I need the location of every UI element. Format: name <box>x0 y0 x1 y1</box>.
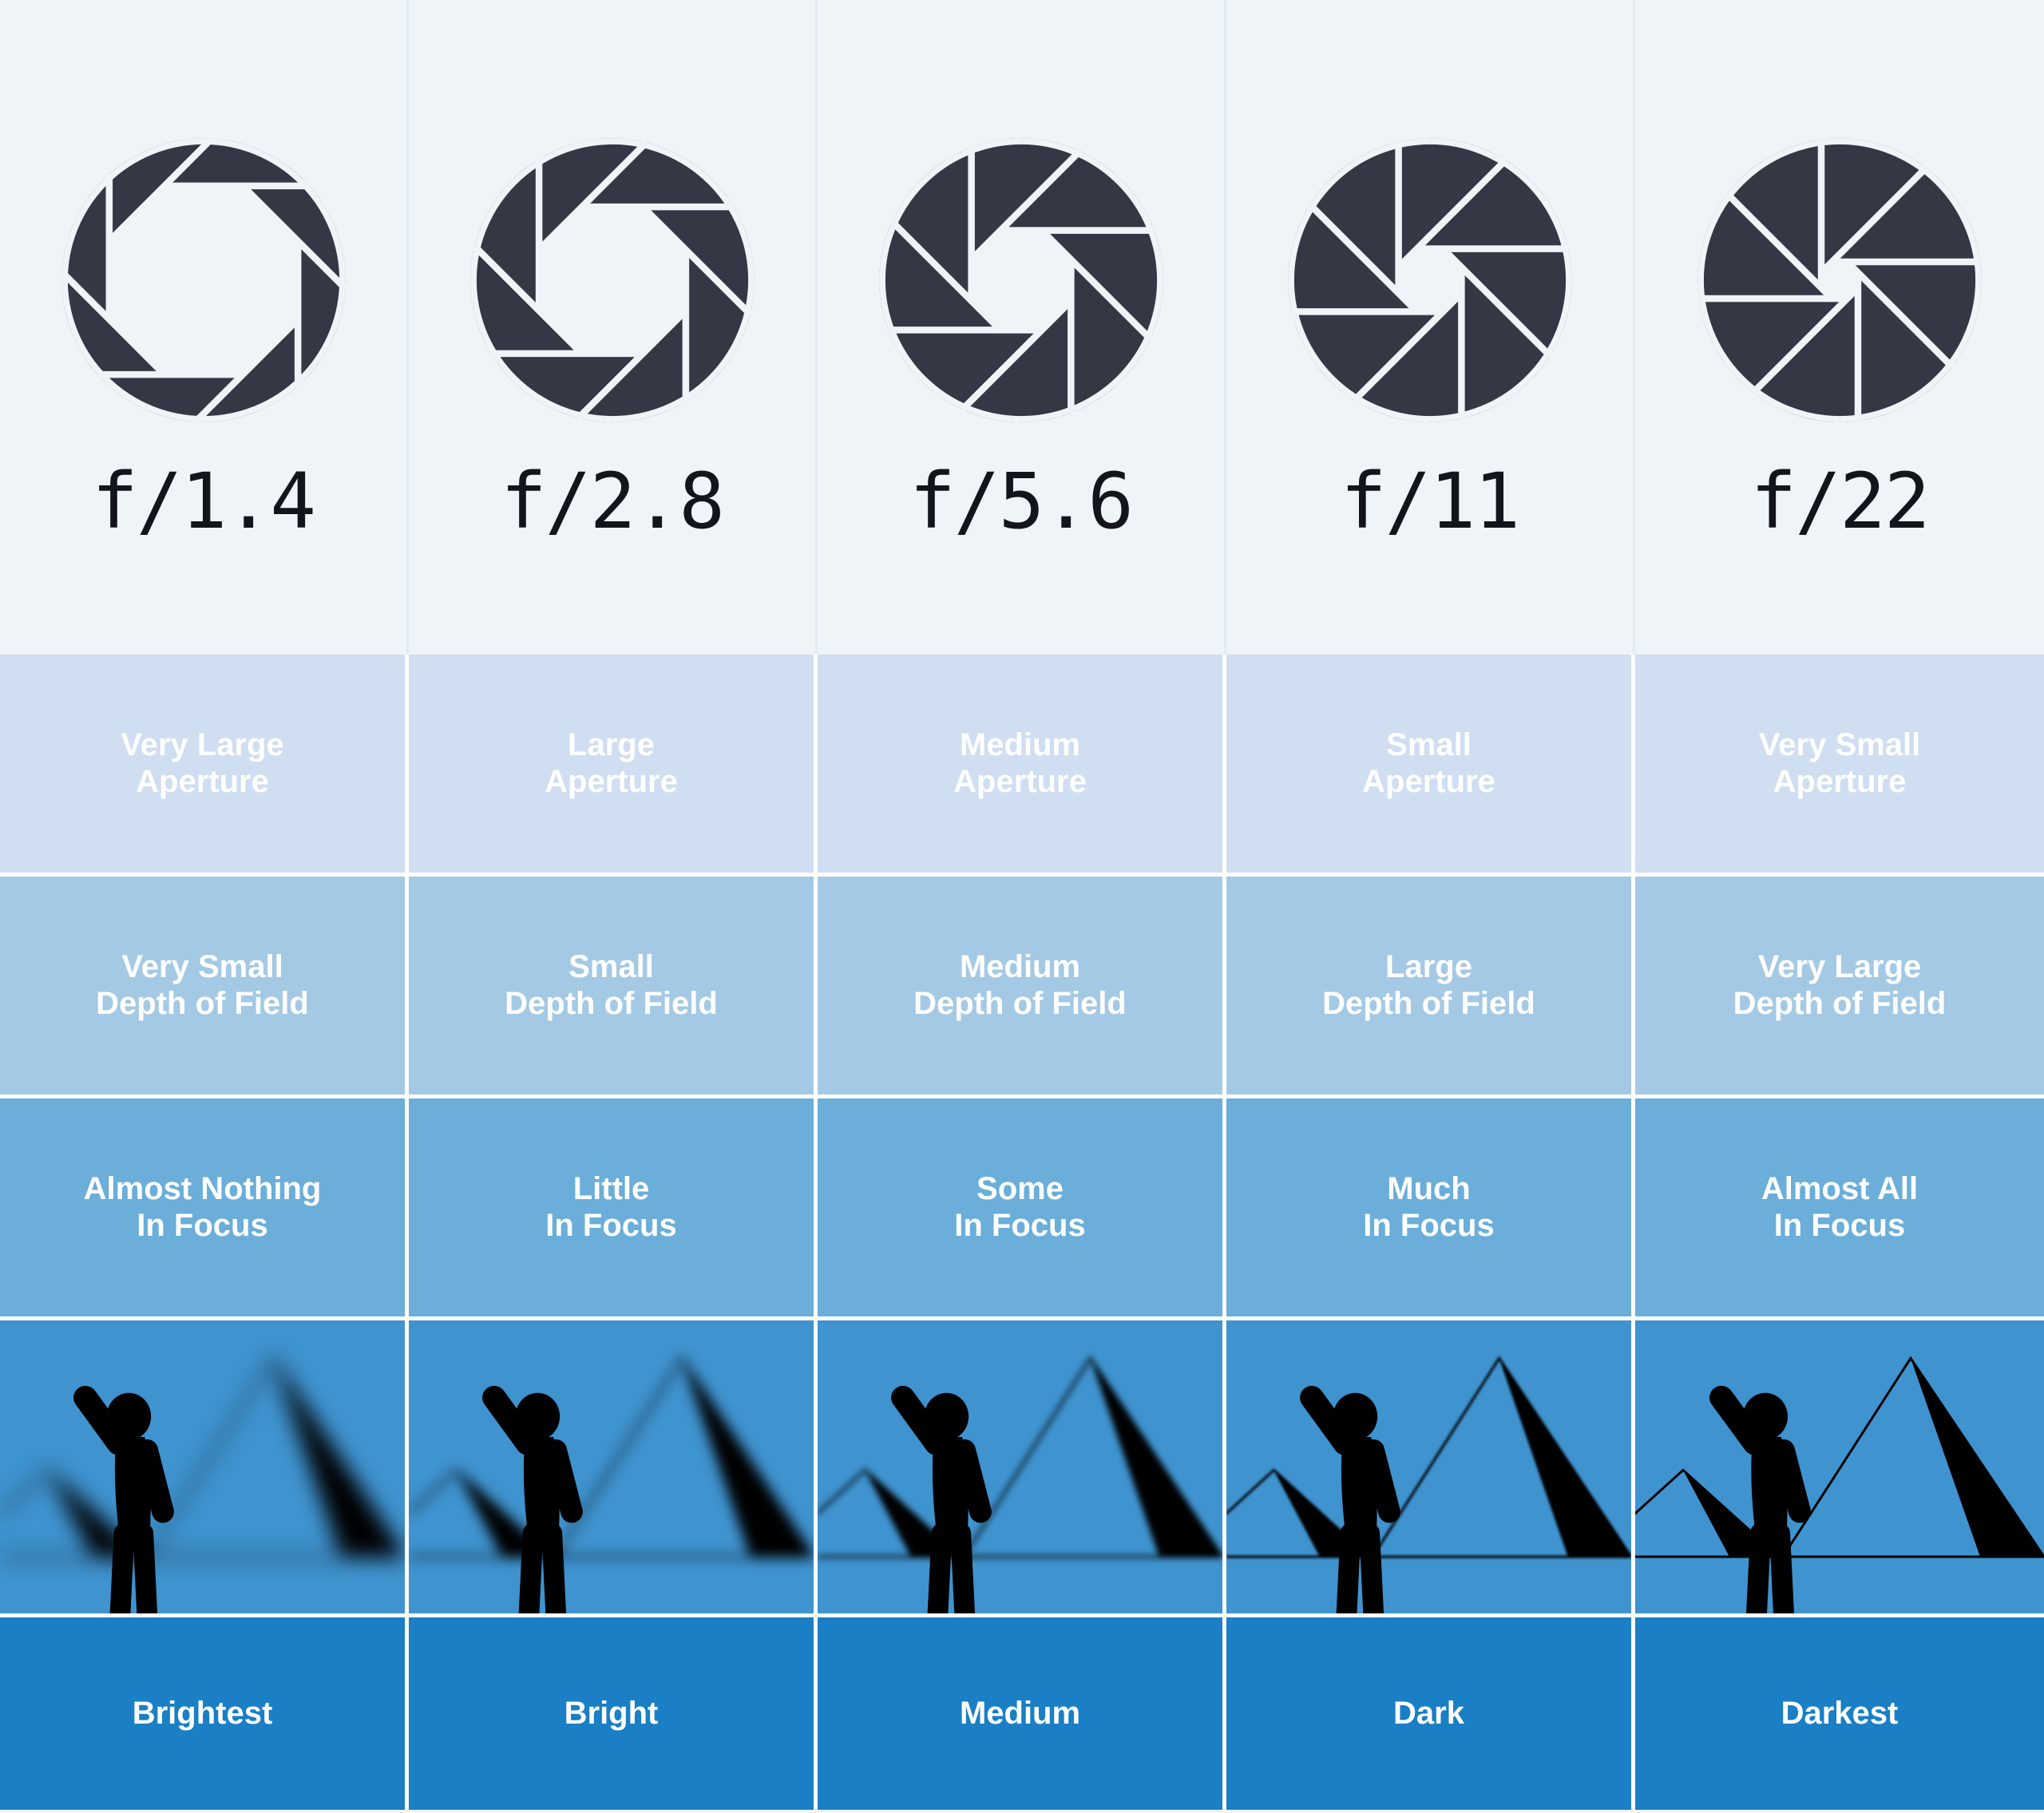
aperture-column-3: f/11 <box>1226 0 1635 655</box>
in-focus-cell-3: Much In Focus <box>1226 1098 1635 1316</box>
in-focus-row: Almost Nothing In Focus Little In Focus … <box>0 1098 2044 1320</box>
depth-of-field-row: Very Small Depth of Field Small Depth of… <box>0 877 2044 1098</box>
dof-line1: Small <box>568 948 654 984</box>
depth-of-field-cell-3: Large Depth of Field <box>1226 877 1635 1095</box>
brightness-cell-0: Brightest <box>0 1617 409 1810</box>
aperture-icon-row: f/1.4 f/2.8 f/5.6 f/11 f/22 <box>0 0 2044 655</box>
stick-figure-mountain-scene <box>1635 1320 2044 1613</box>
fstop-label-0: f/1.4 <box>92 457 316 546</box>
aperture-column-2: f/5.6 <box>818 0 1226 655</box>
brightness-label: Medium <box>959 1696 1081 1731</box>
illustration-row <box>0 1320 2044 1617</box>
dof-line1: Very Large <box>1757 948 1922 984</box>
focus-line1: Little <box>572 1170 650 1206</box>
depth-of-field-cell-0: Very Small Depth of Field <box>0 877 409 1095</box>
aperture-column-0: f/1.4 <box>0 0 409 655</box>
aperture-size-cell-4: Very Small Aperture <box>1635 655 2044 873</box>
aperture-size-line2: Aperture <box>136 763 269 799</box>
in-focus-cell-2: Some In Focus <box>818 1098 1226 1316</box>
aperture-column-4: f/22 <box>1635 0 2044 655</box>
in-focus-cell-1: Little In Focus <box>409 1098 818 1316</box>
stick-figure-mountain-scene <box>1226 1320 1631 1613</box>
illustration-cell-2 <box>818 1320 1226 1613</box>
aperture-icon-svg <box>1697 138 1982 422</box>
fstop-label-4: f/22 <box>1750 457 1930 546</box>
aperture-size-line2: Aperture <box>1773 763 1907 799</box>
aperture-size-cell-0: Very Large Aperture <box>0 655 409 873</box>
dof-line2: Depth of Field <box>505 985 718 1021</box>
illustration-cell-4 <box>1635 1320 2044 1613</box>
aperture-column-1: f/2.8 <box>409 0 818 655</box>
aperture-comparison-chart: f/1.4 f/2.8 f/5.6 f/11 f/22 Very Large A… <box>0 0 2044 1813</box>
brightness-row: Brightest Bright Medium Dark Darkest <box>0 1617 2044 1810</box>
brightness-cell-3: Dark <box>1226 1617 1635 1810</box>
brightness-cell-4: Darkest <box>1635 1617 2044 1810</box>
aperture-size-line1: Large <box>568 726 655 762</box>
aperture-size-cell-2: Medium Aperture <box>818 655 1226 873</box>
stick-figure-mountain-scene <box>818 1320 1222 1613</box>
focus-line2: In Focus <box>137 1207 268 1243</box>
brightness-label: Darkest <box>1781 1696 1899 1731</box>
aperture-size-line1: Medium <box>959 726 1081 762</box>
aperture-size-row: Very Large Aperture Large Aperture Mediu… <box>0 655 2044 877</box>
aperture-icon-very-closed <box>1689 129 1991 431</box>
aperture-icon-very-open <box>53 129 355 431</box>
in-focus-cell-0: Almost Nothing In Focus <box>0 1098 409 1316</box>
focus-line1: Almost Nothing <box>83 1170 322 1206</box>
brightness-label: Brightest <box>132 1696 273 1731</box>
depth-of-field-cell-2: Medium Depth of Field <box>818 877 1226 1095</box>
dof-line1: Very Small <box>121 948 283 984</box>
focus-line2: In Focus <box>1773 1207 1906 1243</box>
illustration-cell-1 <box>409 1320 818 1613</box>
aperture-size-cell-1: Large Aperture <box>409 655 818 873</box>
stick-figure-mountain-scene <box>409 1320 814 1613</box>
aperture-size-line1: Very Small <box>1758 726 1921 762</box>
aperture-icon-closed <box>1279 129 1581 431</box>
focus-line1: Much <box>1387 1170 1471 1206</box>
aperture-size-line2: Aperture <box>545 763 678 799</box>
aperture-icon-open <box>461 129 763 431</box>
fstop-label-2: f/5.6 <box>909 457 1134 546</box>
aperture-size-line1: Small <box>1386 726 1472 762</box>
aperture-size-cell-3: Small Aperture <box>1226 655 1635 873</box>
stick-figure-mountain-scene <box>0 1320 405 1613</box>
focus-line1: Almost All <box>1761 1170 1919 1206</box>
aperture-icon-medium <box>870 129 1172 431</box>
aperture-size-line2: Aperture <box>1362 763 1495 799</box>
focus-line2: In Focus <box>954 1207 1086 1243</box>
dof-line1: Medium <box>959 948 1081 984</box>
aperture-size-line1: Very Large <box>121 726 284 762</box>
dof-line2: Depth of Field <box>1733 985 1947 1021</box>
brightness-label: Dark <box>1393 1696 1464 1731</box>
brightness-cell-1: Bright <box>409 1617 818 1810</box>
fstop-label-3: f/11 <box>1340 457 1520 546</box>
aperture-icon-svg <box>1287 138 1572 422</box>
dof-line2: Depth of Field <box>96 985 309 1021</box>
aperture-size-line2: Aperture <box>953 763 1087 799</box>
brightness-label: Bright <box>564 1696 659 1731</box>
aperture-icon-svg <box>469 138 755 422</box>
illustration-cell-0 <box>0 1320 409 1613</box>
aperture-icon-svg <box>878 138 1163 422</box>
dof-line2: Depth of Field <box>1322 985 1535 1021</box>
focus-line2: In Focus <box>545 1207 677 1243</box>
focus-line2: In Focus <box>1363 1207 1495 1243</box>
focus-line1: Some <box>976 1170 1064 1206</box>
dof-line1: Large <box>1385 948 1472 984</box>
fstop-label-1: f/2.8 <box>501 457 725 546</box>
aperture-icon-svg <box>59 136 347 425</box>
in-focus-cell-4: Almost All In Focus <box>1635 1098 2044 1316</box>
dof-line2: Depth of Field <box>913 985 1127 1021</box>
brightness-cell-2: Medium <box>818 1617 1226 1810</box>
illustration-cell-3 <box>1226 1320 1635 1613</box>
depth-of-field-cell-1: Small Depth of Field <box>409 877 818 1095</box>
depth-of-field-cell-4: Very Large Depth of Field <box>1635 877 2044 1095</box>
